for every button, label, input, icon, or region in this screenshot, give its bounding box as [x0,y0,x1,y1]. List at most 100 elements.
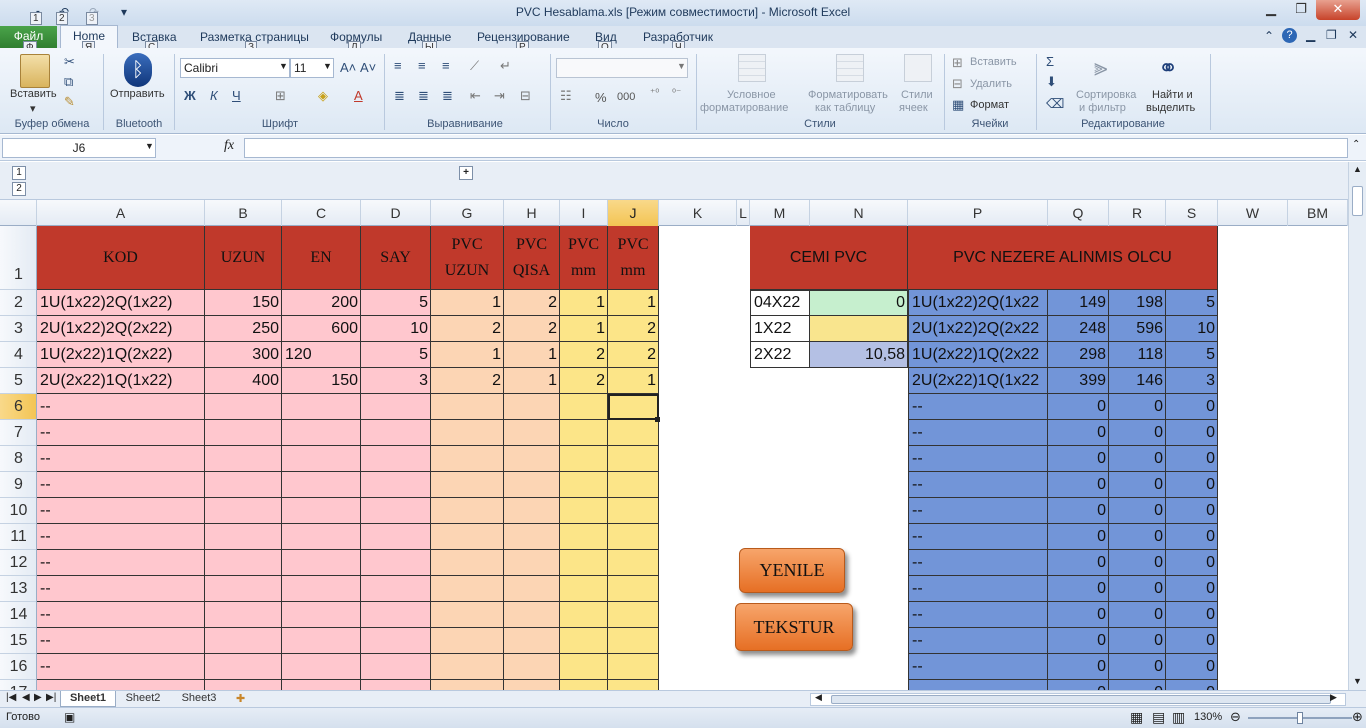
cell-pvc-qisa-row-2[interactable]: 2 [504,290,560,315]
close-icon[interactable]: ✕ [1316,0,1360,20]
row-header-11[interactable]: 11 [0,524,36,550]
first-sheet-icon[interactable]: |◀ [6,692,16,703]
row-header-3[interactable]: 3 [0,316,36,342]
result-s-row-8[interactable]: 0 [1167,446,1218,471]
row-header-14[interactable]: 14 [0,602,36,628]
sort-filter-label-2[interactable]: и фильтр [1079,102,1126,114]
header-pvc-qisa[interactable]: PVC QISA [504,226,560,290]
cell-kod-row-8[interactable]: -- [37,446,205,471]
row-header-12[interactable]: 12 [0,550,36,576]
increase-decimal-icon[interactable]: ⁺⁰ [650,88,659,99]
cell-pvc-mm-1-row-5[interactable]: 2 [560,368,608,393]
result-q-row-14[interactable]: 0 [1049,602,1109,627]
font-color-icon[interactable]: A [354,88,363,103]
header-pvc-nezere[interactable]: PVC NEZERE ALINMIS OLCU [908,226,1218,290]
result-r-row-10[interactable]: 0 [1110,498,1166,523]
name-box[interactable]: J6 [2,138,156,158]
result-r-row-11[interactable]: 0 [1110,524,1166,549]
cell-uzun-row-5[interactable]: 400 [205,368,282,393]
header-pvc-mm-2[interactable]: PVC mm [608,226,659,290]
cell-uzun-row-2[interactable]: 150 [205,290,282,315]
row-header-9[interactable]: 9 [0,472,36,498]
cell-say-row-4[interactable]: 5 [361,342,431,367]
cell-pvc-qisa-row-3[interactable]: 2 [504,316,560,341]
result-s-row-7[interactable]: 0 [1167,420,1218,445]
grow-font-icon[interactable]: A˄ [340,60,356,75]
format-as-table-icon[interactable] [836,54,864,82]
column-header-n[interactable]: N [810,200,908,226]
formula-input[interactable] [244,138,1348,158]
result-q-row-10[interactable]: 0 [1049,498,1109,523]
result-q-row-3[interactable]: 248 [1049,316,1109,341]
binoculars-icon[interactable]: ⚭ [1158,54,1178,83]
worksheet-grid[interactable]: KOD UZUN EN SAY PVC UZUN PVC QISA PVC mm… [37,226,1348,690]
fill-handle[interactable] [655,417,660,422]
align-middle-icon[interactable]: ≡ [418,58,426,73]
result-r-row-14[interactable]: 0 [1110,602,1166,627]
cell-en-row-5[interactable]: 150 [282,368,361,393]
column-header-m[interactable]: M [750,200,810,226]
header-pvc-uzun[interactable]: PVC UZUN [431,226,504,290]
column-header-l[interactable]: L [737,200,750,226]
font-name-select[interactable]: Calibri ▼ [180,58,290,78]
row-header-13[interactable]: 13 [0,576,36,602]
row-header-10[interactable]: 10 [0,498,36,524]
align-top-icon[interactable]: ≡ [394,58,402,73]
number-format-select[interactable]: ▼ [556,58,688,78]
restore-icon[interactable]: ❐ [1286,0,1316,20]
cell-pvc-mm-2-row-2[interactable]: 1 [608,290,659,315]
result-q-row-13[interactable]: 0 [1049,576,1109,601]
conditional-format-label-2[interactable]: форматирование [700,102,788,114]
header-cemi-pvc[interactable]: CEMI PVC [750,226,908,290]
result-r-row-3[interactable]: 596 [1110,316,1166,341]
paste-button[interactable]: Вставить [10,88,57,100]
result-s-row-9[interactable]: 0 [1167,472,1218,497]
format-as-table-label-1[interactable]: Форматировать [808,89,888,101]
cell-pvc-qisa-row-5[interactable]: 1 [504,368,560,393]
align-left-icon[interactable]: ≣ [394,88,405,104]
insert-cells-icon[interactable]: ⊞ [952,55,963,71]
active-cell-j6[interactable] [608,394,659,420]
sum-label-2x22[interactable]: 2X22 [751,342,809,367]
column-header-j[interactable]: J [608,200,659,226]
currency-icon[interactable]: ☷ [560,88,572,104]
result-s-row-12[interactable]: 0 [1167,550,1218,575]
minimize-ribbon-icon[interactable]: ⌃ [1264,29,1274,43]
format-painter-icon[interactable]: ✎ [64,94,75,110]
cell-uzun-row-4[interactable]: 300 [205,342,282,367]
merge-center-icon[interactable]: ⊟ [520,88,531,104]
delete-cells-button[interactable]: Удалить [970,78,1012,90]
result-r-row-2[interactable]: 198 [1110,290,1166,315]
decrease-decimal-icon[interactable]: ⁰⁻ [672,88,681,99]
result-r-row-13[interactable]: 0 [1110,576,1166,601]
autosum-icon[interactable]: Σ [1046,54,1054,69]
paste-icon[interactable] [20,54,50,88]
cell-pvc-uzun-row-2[interactable]: 1 [431,290,504,315]
result-s-row-15[interactable]: 0 [1167,628,1218,653]
cell-kod-row-16[interactable]: -- [37,654,205,679]
percent-button[interactable]: % [595,90,607,105]
minimize-icon[interactable]: ▁ [1256,0,1286,20]
cell-uzun-row-3[interactable]: 250 [205,316,282,341]
sheet-tab-sheet3[interactable]: Sheet3 [172,691,226,707]
result-s-row-6[interactable]: 0 [1167,394,1218,419]
find-select-label-1[interactable]: Найти и [1152,89,1193,101]
cell-pvc-mm-1-row-4[interactable]: 2 [560,342,608,367]
cell-kod-row-17[interactable]: -- [37,680,205,690]
result-r-row-6[interactable]: 0 [1110,394,1166,419]
wrap-text-icon[interactable]: ↵ [500,58,511,74]
header-en[interactable]: EN [282,226,361,290]
row-header-16[interactable]: 16 [0,654,36,680]
page-break-view-icon[interactable]: ▥ [1172,709,1185,726]
header-say[interactable]: SAY [361,226,431,290]
cell-kod-row-3[interactable]: 2U(1x22)2Q(2x22) [37,316,205,341]
bluetooth-icon[interactable]: ᛒ [124,53,152,87]
copy-icon[interactable]: ⧉ [64,74,73,90]
result-s-row-14[interactable]: 0 [1167,602,1218,627]
cell-say-row-2[interactable]: 5 [361,290,431,315]
cell-kod-row-11[interactable]: -- [37,524,205,549]
workbook-close-icon[interactable]: ✕ [1348,28,1358,42]
zoom-level[interactable]: 130% [1194,711,1222,723]
cell-kod-row-12[interactable]: -- [37,550,205,575]
result-r-row-16[interactable]: 0 [1110,654,1166,679]
